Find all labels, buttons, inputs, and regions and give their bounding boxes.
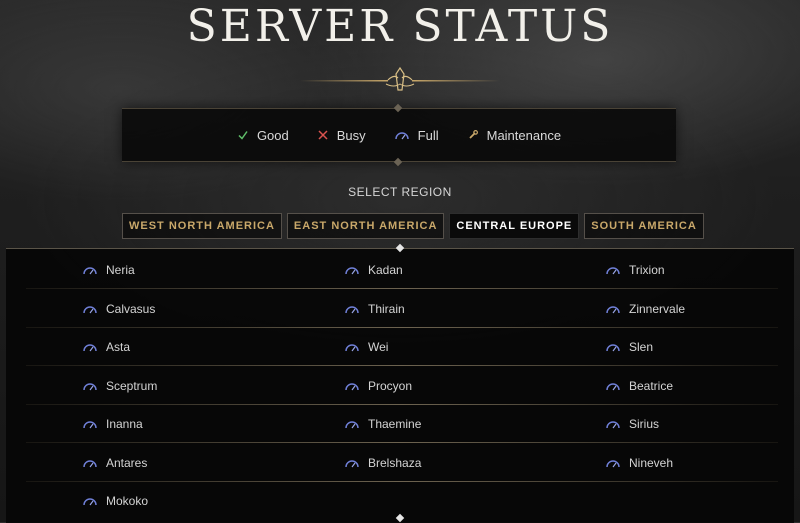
server-name: Mokoko [106,494,149,508]
server-item: Asta [82,328,130,366]
server-item: Thirain [344,290,405,328]
server-row: Sceptrum Procyon Beatrice [26,367,778,405]
server-row: Neria Kadan Trixion [26,251,778,289]
server-name: Inanna [106,417,143,431]
legend-item-busy: Busy [317,128,366,143]
full-gauge-icon [83,382,97,390]
tab-central-europe[interactable]: CENTRAL EUROPE [449,213,580,239]
full-gauge-icon [606,305,620,313]
server-name: Thaemine [368,417,422,431]
full-gauge-icon [345,305,359,313]
full-gauge-icon [345,382,359,390]
full-gauge-icon [83,498,97,506]
server-name: Brelshaza [368,455,422,470]
server-name: Wei [368,340,389,354]
tab-east-north-america[interactable]: EAST NORTH AMERICA [286,213,445,239]
full-gauge-icon [606,459,620,467]
server-name: Sirius [629,417,660,431]
server-name: Beatrice [629,378,674,393]
full-gauge-icon [345,267,359,275]
full-gauge-icon [394,132,409,140]
server-row: Antares Brelshaza Nineveh [26,444,778,482]
server-name: Antares [106,455,148,470]
full-gauge-icon [345,459,359,467]
tab-south-america[interactable]: SOUTH AMERICA [584,213,704,239]
legend-item-full: Full [394,128,439,143]
legend-label-full: Full [417,127,439,143]
legend-label-busy: Busy [336,127,366,143]
full-gauge-icon [345,421,359,429]
legend-label-maintenance: Maintenance [486,127,562,143]
server-item: Kadan [344,251,403,289]
status-legend: Good Busy Full Maintenance [122,103,676,167]
legend-label-good: Good [256,127,289,143]
full-gauge-icon [345,344,359,352]
server-item: Thaemine [344,405,421,443]
server-item: Neria [82,251,135,289]
server-item: Wei [344,328,388,366]
x-icon [318,130,328,140]
server-item: Zinnervale [605,290,685,328]
server-name: Procyon [368,378,413,393]
server-item: Brelshaza [344,444,421,482]
server-item: Nineveh [605,444,673,482]
server-item: Sirius [605,405,659,443]
full-gauge-icon [606,267,620,275]
full-gauge-icon [83,459,97,467]
full-gauge-icon [83,421,97,429]
legend-item-good: Good [237,128,289,143]
server-row: Mokoko [26,482,778,520]
server-item: Beatrice [605,367,673,405]
server-row: Calvasus Thirain Zinnervale [26,290,778,328]
server-item: Inanna [82,405,143,443]
server-row: Inanna Thaemine Sirius [26,405,778,443]
legend-item-maintenance: Maintenance [467,128,561,143]
full-gauge-icon [606,382,620,390]
server-name: Slen [629,340,654,354]
server-name: Asta [106,340,131,354]
full-gauge-icon [83,267,97,275]
full-gauge-icon [83,305,97,313]
wrench-icon [468,130,478,139]
server-name: Neria [106,263,135,277]
server-item: Sceptrum [82,367,157,405]
page-title: SERVER STATUS [186,1,614,52]
region-tabs: WEST NORTH AMERICA EAST NORTH AMERICA CE… [122,213,709,239]
server-name: Sceptrum [106,378,158,393]
server-item: Mokoko [82,482,148,520]
server-item: Trixion [605,251,665,289]
server-item: Slen [605,328,653,366]
server-name: Zinnervale [629,301,686,316]
full-gauge-icon [83,344,97,352]
check-icon [238,131,248,140]
full-gauge-icon [606,344,620,352]
server-item: Procyon [344,367,412,405]
server-row: Asta Wei Slen [26,328,778,366]
tab-west-north-america[interactable]: WEST NORTH AMERICA [122,213,282,239]
server-item: Calvasus [82,290,155,328]
server-name: Calvasus [106,301,156,316]
server-item: Antares [82,444,147,482]
title-ornament [300,66,500,91]
server-name: Trixion [629,263,665,277]
select-region-label: SELECT REGION [348,185,452,199]
server-list-panel: Neria Kadan Trixion Calvasus Thirain Zinnerva… [6,243,794,523]
server-name: Nineveh [629,455,674,470]
full-gauge-icon [606,421,620,429]
server-name: Kadan [368,263,403,277]
server-name: Thirain [368,301,405,316]
